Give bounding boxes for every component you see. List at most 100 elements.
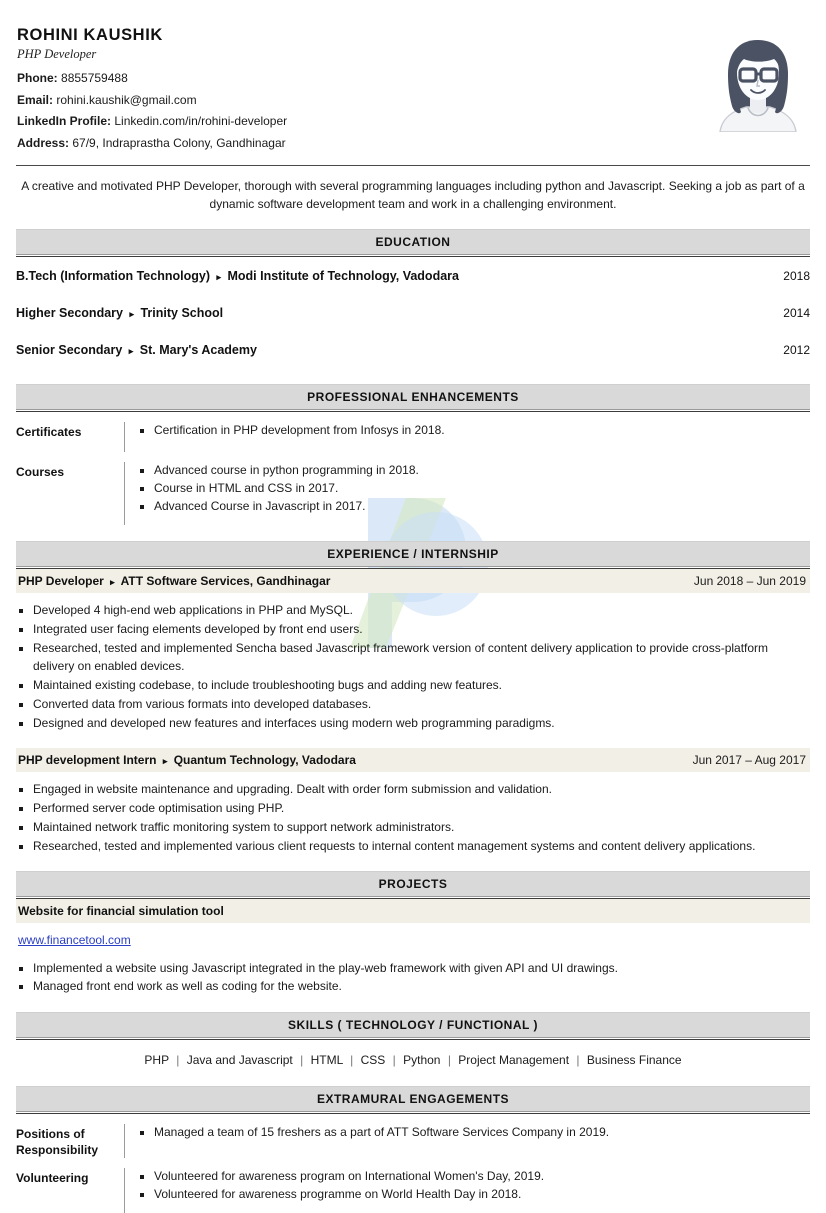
contact-email-label: Email:	[17, 92, 54, 107]
skills-list: PHP | Java and Javascript | HTML | CSS |…	[16, 1040, 810, 1070]
skill-separator: |	[176, 1052, 180, 1067]
section-extramural-engagements: EXTRAMURAL ENGAGEMENTS Positions of Resp…	[16, 1085, 810, 1213]
triangle-separator-icon: ▸	[216, 272, 221, 282]
job-role-subtitle: PHP Developer	[17, 47, 97, 61]
list-item: Managed front end work as well as coding…	[18, 978, 810, 996]
skill-item: HTML	[310, 1052, 343, 1067]
education-row: B.Tech (Information Technology) ▸ Modi I…	[16, 257, 810, 294]
triangle-separator-icon: ▸	[128, 346, 134, 356]
section-skills: SKILLS ( TECHNOLOGY / FUNCTIONAL ) PHP |…	[16, 1011, 810, 1070]
education-institute: Trinity School	[140, 306, 224, 320]
skill-item: CSS	[360, 1052, 386, 1067]
triangle-separator-icon: ▸	[110, 577, 115, 587]
contact-phone: Phone: 8855759488	[17, 68, 706, 90]
contact-phone-value: 8855759488	[61, 71, 128, 85]
group-items: Certification in PHP development from In…	[124, 422, 810, 452]
contact-address-value: 67/9, Indraprastha Colony, Gandhinagar	[72, 135, 286, 150]
education-row: Higher Secondary ▸ Trinity School 2014	[16, 294, 810, 331]
skill-item: Project Management	[458, 1052, 570, 1067]
list-item: Certification in PHP development from In…	[139, 422, 810, 440]
avatar-container	[706, 26, 810, 132]
list-item: Managed a team of 15 freshers as a part …	[139, 1124, 810, 1142]
list-item: Integrated user facing elements develope…	[18, 621, 810, 639]
skill-separator: |	[392, 1052, 396, 1067]
education-entry: Higher Secondary ▸ Trinity School	[16, 306, 783, 320]
education-institute: Modi Institute of Technology, Vadodara	[227, 269, 459, 283]
triangle-separator-icon: ▸	[129, 309, 134, 319]
header-details: ROHINI KAUSHIK PHP Developer Phone: 8855…	[16, 26, 706, 154]
group-items: Advanced course in python programming in…	[124, 462, 810, 525]
skill-item: Java and Javascript	[186, 1052, 293, 1067]
education-institute: St. Mary's Academy	[139, 343, 257, 357]
section-title-professional-enhancements: PROFESSIONAL ENHANCEMENTS	[16, 384, 810, 409]
group-items: Managed a team of 15 freshers as a part …	[124, 1123, 810, 1158]
group-label: Courses	[16, 465, 65, 479]
experience-items: Developed 4 high-end web applications in…	[16, 593, 810, 732]
list-item: Maintained network traffic monitoring sy…	[18, 819, 810, 837]
list-item: Researched, tested and implemented vario…	[18, 838, 810, 856]
list-item: Course in HTML and CSS in 2017.	[139, 480, 810, 498]
experience-company: ATT Software Services, Gandhinagar	[120, 574, 331, 588]
list-item: Researched, tested and implemented Sench…	[18, 640, 810, 675]
education-entry: B.Tech (Information Technology) ▸ Modi I…	[16, 269, 783, 283]
contact-address: Address: 67/9, Indraprastha Colony, Gand…	[17, 133, 706, 155]
skill-separator: |	[447, 1052, 451, 1067]
extramural-group: Volunteering Volunteered for awareness p…	[16, 1158, 810, 1213]
professional-group: Certificates Certification in PHP develo…	[16, 412, 810, 452]
skill-separator: |	[300, 1052, 304, 1067]
section-projects: PROJECTS Website for financial simulatio…	[16, 871, 810, 996]
experience-entry-header: PHP development Intern ▸ Quantum Technol…	[16, 747, 810, 772]
resume-header: ROHINI KAUSHIK PHP Developer Phone: 8855…	[16, 0, 810, 154]
page-title: ROHINI KAUSHIK	[17, 26, 163, 44]
education-degree: Senior Secondary	[16, 343, 123, 357]
list-item: Advanced course in python programming in…	[139, 462, 810, 480]
experience-dates: Jun 2017 – Aug 2017	[692, 752, 806, 767]
group-label: Certificates	[16, 425, 82, 439]
extramural-group: Positions of Responsibility Managed a te…	[16, 1114, 810, 1158]
experience-entry-header: PHP Developer ▸ ATT Software Services, G…	[16, 569, 810, 593]
skill-item: PHP	[144, 1052, 169, 1067]
group-label: Positions of Responsibility	[16, 1126, 99, 1157]
list-item: Converted data from various formats into…	[18, 696, 810, 714]
section-title-projects: PROJECTS	[16, 871, 810, 896]
education-year: 2018	[783, 269, 810, 283]
list-item: Implemented a website using Javascript i…	[18, 960, 810, 978]
education-entry: Senior Secondary ▸ St. Mary's Academy	[16, 343, 783, 357]
list-item: Engaged in website maintenance and upgra…	[18, 781, 810, 799]
list-item: Performed server code optimisation using…	[18, 800, 810, 818]
experience-dates: Jun 2018 – Jun 2019	[693, 574, 806, 588]
section-title-skills: SKILLS ( TECHNOLOGY / FUNCTIONAL )	[16, 1011, 810, 1037]
list-item: Volunteered for awareness programme on W…	[139, 1186, 810, 1204]
contact-address-label: Address:	[17, 135, 70, 150]
resume-page: ROHINI KAUSHIK PHP Developer Phone: 8855…	[0, 0, 826, 1213]
list-item: Designed and developed new features and …	[18, 715, 810, 733]
avatar	[719, 40, 797, 132]
skill-separator: |	[576, 1052, 580, 1067]
section-title-extramural: EXTRAMURAL ENGAGEMENTS	[16, 1085, 810, 1111]
list-item: Maintained existing codebase, to include…	[18, 677, 810, 695]
education-year: 2014	[783, 306, 810, 320]
education-row: Senior Secondary ▸ St. Mary's Academy 20…	[16, 331, 810, 368]
contact-email: Email: rohini.kaushik@gmail.com	[17, 90, 706, 112]
project-name: Website for financial simulation tool	[16, 899, 810, 923]
project-link[interactable]: www.financetool.com	[18, 933, 131, 947]
education-degree: Higher Secondary	[16, 306, 123, 320]
experience-company: Quantum Technology, Vadodara	[173, 752, 356, 767]
skill-separator: |	[350, 1052, 354, 1067]
contact-linkedin-value[interactable]: Linkedin.com/in/rohini-developer	[114, 114, 287, 128]
experience-title: PHP development Intern ▸ Quantum Technol…	[18, 753, 693, 767]
contact-email-value[interactable]: rohini.kaushik@gmail.com	[56, 93, 196, 107]
triangle-separator-icon: ▸	[162, 755, 168, 766]
project-items: Implemented a website using Javascript i…	[16, 949, 810, 996]
contact-linkedin-label: LinkedIn Profile:	[17, 114, 112, 128]
skill-item: Business Finance	[586, 1052, 682, 1067]
contact-linkedin: LinkedIn Profile: Linkedin.com/in/rohini…	[17, 111, 706, 133]
section-education: EDUCATION B.Tech (Information Technology…	[16, 229, 810, 368]
experience-title: PHP Developer ▸ ATT Software Services, G…	[18, 574, 694, 588]
group-label: Volunteering	[16, 1170, 89, 1185]
experience-position: PHP Developer	[18, 574, 104, 588]
list-item: Developed 4 high-end web applications in…	[18, 602, 810, 620]
skill-item: Python	[403, 1052, 441, 1067]
section-experience: EXPERIENCE / INTERNSHIP PHP Developer ▸ …	[16, 541, 810, 855]
